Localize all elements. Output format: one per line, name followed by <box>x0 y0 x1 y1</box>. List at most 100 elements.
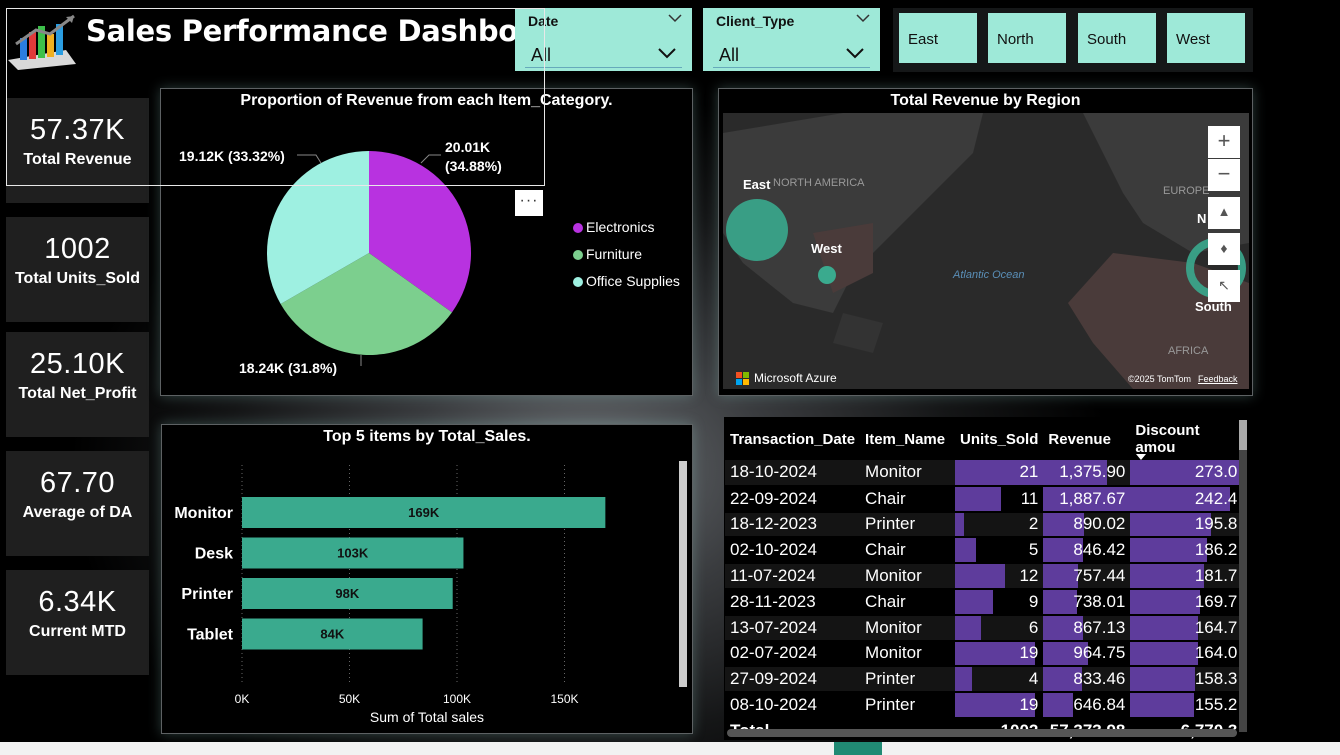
table-row[interactable]: 18-12-2023 Printer 2 890.02 195.8 <box>725 511 1243 539</box>
select-cursor-icon[interactable]: ↖ <box>1208 270 1240 302</box>
active-page-tab[interactable] <box>834 742 882 755</box>
kpi-card-total-net-profit[interactable]: 25.10K Total Net_Profit <box>6 332 149 437</box>
table-cell: 1,887.67 <box>1043 485 1131 513</box>
table-row[interactable]: 08-10-2024 Printer 19 646.84 155.2 <box>725 692 1243 719</box>
region-button-north[interactable]: North <box>988 13 1066 63</box>
region-button-south[interactable]: South <box>1078 13 1156 63</box>
x-tick-label: 100K <box>443 692 471 706</box>
data-bar <box>1130 589 1200 614</box>
kpi-card-average-da[interactable]: 67.70 Average of DA <box>6 451 149 556</box>
table-cell: 18-12-2023 <box>725 511 861 539</box>
map-feedback-link[interactable]: Feedback <box>1198 374 1238 384</box>
map-label-west: West <box>811 241 842 256</box>
column-header[interactable]: Revenue <box>1043 418 1130 460</box>
bar-chart-panel[interactable]: Top 5 items by Total_Sales. 0K 50K 100K 150… <box>161 424 693 734</box>
table-cell: 186.2 <box>1130 537 1243 565</box>
legend-item-furniture[interactable]: Furniture <box>573 246 642 262</box>
table-row[interactable]: 28-11-2023 Chair 9 738.01 169.7 <box>725 588 1243 616</box>
table-row[interactable]: 27-09-2024 Printer 4 833.46 158.3 <box>725 666 1243 694</box>
compass-icon[interactable]: ♦ <box>1208 233 1240 265</box>
legend-label: Office Supplies <box>586 273 680 289</box>
map-panel[interactable]: Total Revenue by Region East NORTH AMERI… <box>718 88 1253 396</box>
table-row[interactable]: 02-10-2024 Chair 5 846.42 186.2 <box>725 537 1243 565</box>
client-type-slicer-label: Client_Type <box>716 13 795 29</box>
table-horizontal-scrollbar[interactable] <box>727 729 1237 737</box>
kpi-label: Total Net_Profit <box>18 385 137 402</box>
kpi-card-total-revenue[interactable]: 57.37K Total Revenue <box>6 98 149 203</box>
kpi-card-total-units[interactable]: 1002 Total Units_Sold <box>6 217 149 322</box>
zoom-out-button[interactable]: − <box>1208 159 1240 191</box>
zoom-in-button[interactable]: + <box>1208 126 1240 158</box>
pie-data-label: 20.01K (34.88%) <box>445 139 502 174</box>
kpi-label: Current MTD <box>29 623 126 640</box>
table-cell: 846.42 <box>1043 537 1131 565</box>
table-row[interactable]: 18-10-2024 Monitor 21 1,375.90 273.0 <box>725 460 1243 487</box>
cell-value: 833.46 <box>1073 669 1126 689</box>
table-cell: Monitor <box>860 640 956 668</box>
table-cell: 9 <box>955 588 1044 616</box>
map-label-north-america: NORTH AMERICA <box>773 177 865 189</box>
table-row[interactable]: 11-07-2024 Monitor 12 757.44 181.7 <box>725 563 1243 590</box>
kpi-label: Average of DA <box>22 504 133 521</box>
column-header[interactable]: Transaction_Date <box>725 418 860 460</box>
bar-chart-logo-icon <box>8 14 76 70</box>
column-header[interactable]: Discount amou <box>1130 418 1242 460</box>
region-button-east[interactable]: East <box>899 13 977 63</box>
table-cell: Chair <box>860 537 956 565</box>
date-dropdown[interactable]: All <box>525 38 682 68</box>
more-options-icon[interactable]: ··· <box>515 190 543 216</box>
data-bar <box>955 512 964 537</box>
table-cell: 08-10-2024 <box>725 692 861 719</box>
table-cell: 2 <box>955 511 1044 539</box>
region-map[interactable]: East NORTH AMERICA EUROPE Atlantic Ocean… <box>723 113 1249 389</box>
scrollbar[interactable] <box>679 461 687 687</box>
table-cell: 4 <box>955 666 1044 694</box>
cell-value: 19 <box>1019 695 1039 715</box>
transactions-table: Transaction_Date Item_Name Units_Sold Re… <box>725 418 1243 745</box>
cell-value: 4 <box>1028 669 1039 689</box>
column-header[interactable]: Units_Sold <box>955 418 1043 460</box>
client-type-dropdown[interactable]: All <box>713 38 870 68</box>
x-tick-label: 150K <box>550 692 578 706</box>
bar-data-label: 103K <box>337 546 369 561</box>
region-button-west[interactable]: West <box>1167 13 1245 63</box>
legend-item-electronics[interactable]: Electronics <box>573 219 654 235</box>
tilt-icon[interactable]: ▲ <box>1208 197 1240 229</box>
table-cell: 273.0 <box>1130 460 1243 487</box>
column-header[interactable]: Item_Name <box>860 418 955 460</box>
chevron-up-icon[interactable] <box>668 13 682 23</box>
kpi-value: 25.10K <box>30 348 125 380</box>
table-row[interactable]: 13-07-2024 Monitor 6 867.13 164.7 <box>725 614 1243 642</box>
date-slicer[interactable]: Date All <box>515 8 692 71</box>
cell-value: 19 <box>1019 643 1039 663</box>
map-title: Total Revenue by Region <box>890 92 1081 109</box>
client-type-slicer[interactable]: Client_Type All <box>703 8 880 71</box>
legend-item-office-supplies[interactable]: Office Supplies <box>573 273 680 289</box>
table-cell: 27-09-2024 <box>725 666 861 694</box>
table-cell: 18-10-2024 <box>725 460 861 487</box>
data-bar <box>955 486 1001 511</box>
table-cell: 12 <box>955 563 1044 590</box>
kpi-card-current-mtd[interactable]: 6.34K Current MTD <box>6 570 149 675</box>
leader-line <box>297 154 322 164</box>
table-cell: 738.01 <box>1043 588 1131 616</box>
cell-value: 6 <box>1028 617 1039 637</box>
pie-chart-panel[interactable]: Proportion of Revenue from each Item_Cat… <box>160 88 693 396</box>
bubble-west[interactable] <box>818 266 836 284</box>
table-vertical-scrollbar[interactable] <box>1239 420 1247 732</box>
table-cell: 155.2 <box>1130 692 1243 719</box>
bar-data-label: 84K <box>320 627 344 642</box>
cell-value: 155.2 <box>1194 695 1238 715</box>
x-axis-label: Sum of Total sales <box>369 709 485 725</box>
table-row[interactable]: 02-07-2024 Monitor 19 964.75 164.0 <box>725 640 1243 668</box>
pie-data-label: 19.12K (33.32%) <box>179 148 285 164</box>
map-label-africa: AFRICA <box>1168 345 1209 357</box>
legend-dot <box>573 223 583 233</box>
chevron-up-icon[interactable] <box>856 13 870 23</box>
table-cell: 169.7 <box>1130 588 1243 616</box>
bubble-east[interactable] <box>726 199 788 261</box>
table-row[interactable]: 22-09-2024 Chair 11 1,887.67 242.4 <box>725 485 1243 513</box>
table-cell: 13-07-2024 <box>725 614 861 642</box>
table-cell: 21 <box>955 460 1044 487</box>
leader-line <box>420 154 441 164</box>
